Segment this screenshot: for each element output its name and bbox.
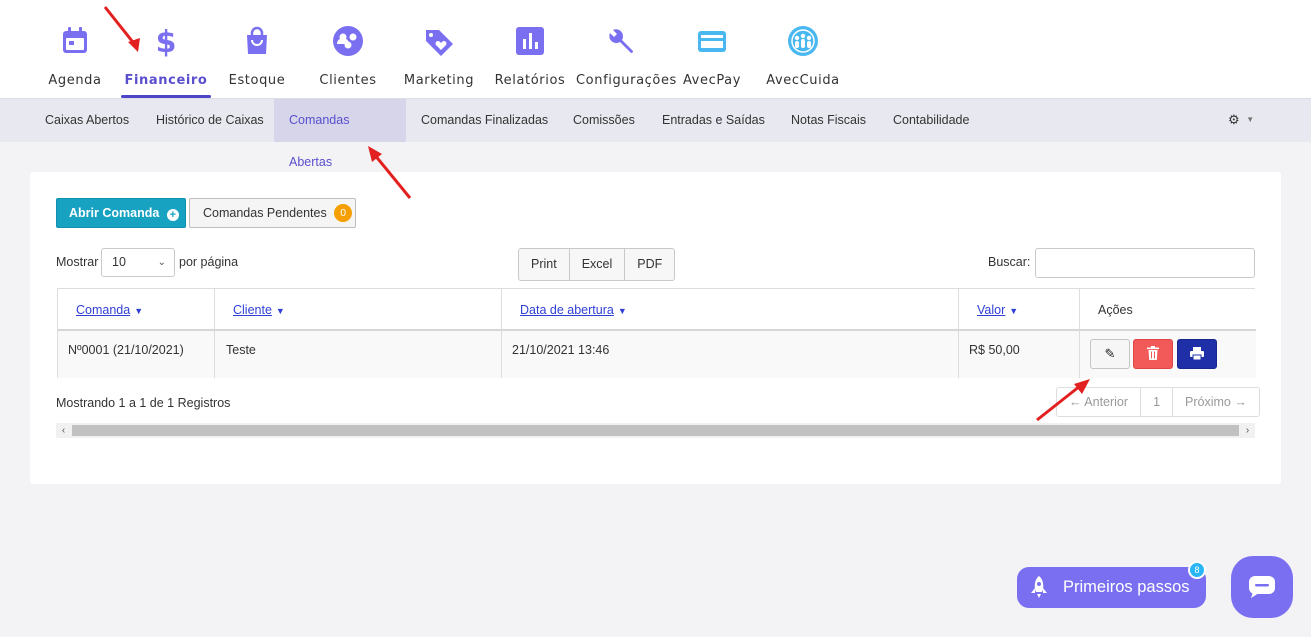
primeiros-passos-button[interactable]: Primeiros passos [1017, 567, 1206, 608]
records-info: Mostrando 1 a 1 de 1 Registros [56, 396, 231, 410]
dollar-icon: $ [156, 25, 177, 58]
per-page-label: por página [179, 255, 239, 269]
column-header-acoes: Ações [1080, 289, 1256, 331]
sort-link[interactable]: Cliente [233, 303, 272, 317]
sort-down-icon: ▼ [275, 306, 285, 316]
sub-navigation: Caixas Abertos Histórico de Caixas Coman… [0, 98, 1311, 169]
subnav-notas-fiscais[interactable]: Notas Fiscais [776, 99, 881, 142]
nav-item-relatorios[interactable]: Relatórios [485, 24, 575, 88]
nav-label: Configurações [576, 73, 677, 88]
horizontal-scrollbar[interactable]: ‹ › [56, 423, 1255, 438]
cell-valor: R$ 50,00 [959, 331, 1080, 378]
scrollbar-thumb[interactable] [72, 425, 1239, 436]
next-page-button[interactable]: Próximo → [1173, 388, 1259, 416]
subnav-comissoes[interactable]: Comissões [558, 99, 650, 142]
printer-icon [1190, 347, 1204, 361]
subnav-contabilidade[interactable]: Contabilidade [878, 99, 984, 142]
nav-item-aveccuida[interactable]: AvecCuida [758, 24, 848, 88]
nav-label: Estoque [228, 73, 286, 88]
svg-text:$: $ [156, 25, 177, 58]
nav-label: AvecPay [682, 73, 742, 88]
nav-label: Relatórios [494, 73, 566, 88]
print-button[interactable] [1177, 339, 1217, 369]
settings-dropdown[interactable]: ⚙ ▼ [1228, 112, 1254, 128]
nav-item-clientes[interactable]: Clientes [303, 24, 393, 88]
sort-down-icon: ▼ [617, 306, 627, 316]
sort-link[interactable]: Comanda [76, 303, 130, 317]
page-size-value: 10 [112, 255, 126, 269]
top-navigation: Agenda $ Financeiro Estoque Clientes Mar… [0, 0, 1311, 98]
trash-icon [1147, 346, 1159, 360]
sort-link[interactable]: Valor [977, 303, 1005, 317]
steps-count-badge: 8 [1188, 561, 1206, 579]
nav-label: Clientes [319, 73, 377, 88]
pencil-icon: ✎ [1104, 346, 1116, 361]
acoes-header-label: Ações [1098, 303, 1133, 317]
wrench-icon [609, 29, 633, 53]
sort-link[interactable]: Data de abertura [520, 303, 614, 317]
column-header-valor[interactable]: Valor ▼ [959, 289, 1080, 331]
delete-button[interactable] [1133, 339, 1173, 369]
comandas-pendentes-label: Comandas Pendentes [203, 206, 327, 220]
bar-chart-icon [516, 27, 544, 55]
nav-label: Marketing [403, 73, 475, 88]
sort-down-icon: ▼ [134, 306, 144, 316]
subnav-caixas-abertos[interactable]: Caixas Abertos [30, 99, 144, 142]
column-header-comanda[interactable]: Comanda ▼ [58, 289, 215, 331]
credit-card-icon [698, 31, 726, 52]
scroll-right-icon[interactable]: › [1240, 423, 1255, 438]
primeiros-passos-label: Primeiros passos [1063, 578, 1190, 596]
cell-cliente: Teste [215, 331, 502, 378]
previous-page-button[interactable]: ← Anterior [1057, 388, 1142, 416]
nav-label: Agenda [48, 73, 102, 88]
pendentes-count-badge: 0 [334, 204, 353, 222]
chevron-down-icon: ⌄ [157, 257, 166, 268]
nav-item-estoque[interactable]: Estoque [212, 24, 302, 88]
comandas-table: Comanda ▼ Cliente ▼ Data de abertura ▼ Valo… [57, 288, 1256, 378]
abrir-comanda-button[interactable]: Abrir Comanda + [56, 198, 186, 228]
nav-item-agenda[interactable]: Agenda [30, 24, 120, 88]
pdf-export-button[interactable]: PDF [625, 249, 674, 280]
search-input[interactable] [1035, 248, 1255, 278]
gear-icon: ⚙ [1228, 112, 1240, 127]
column-header-cliente[interactable]: Cliente ▼ [215, 289, 502, 331]
plus-circle-icon: + [166, 209, 179, 221]
calendar-icon [63, 27, 87, 53]
excel-export-button[interactable]: Excel [570, 249, 626, 280]
export-button-group: Print Excel PDF [518, 248, 676, 281]
nav-item-configuracoes[interactable]: Configurações [576, 24, 677, 88]
comandas-pendentes-button[interactable]: Comandas Pendentes 0 [189, 198, 356, 228]
subnav-historico-caixas[interactable]: Histórico de Caixas [141, 99, 279, 142]
abrir-comanda-label: Abrir Comanda [69, 206, 160, 220]
shopping-bag-icon [247, 26, 267, 54]
tag-heart-icon [426, 30, 453, 56]
users-icon [333, 26, 363, 56]
sort-down-icon: ▼ [1009, 306, 1019, 316]
subnav-comandas-finalizadas[interactable]: Comandas Finalizadas [406, 99, 563, 142]
page-size-select[interactable]: 10 ⌄ [101, 248, 175, 277]
nav-label: AvecCuida [766, 73, 840, 88]
column-header-data[interactable]: Data de abertura ▼ [502, 289, 959, 331]
nav-item-avecpay[interactable]: AvecPay [667, 24, 757, 88]
cell-comanda: Nº0001 (21/10/2021) [58, 331, 215, 378]
cell-data: 21/10/2021 13:46 [502, 331, 959, 378]
chat-icon [1249, 576, 1275, 598]
scroll-left-icon[interactable]: ‹ [56, 423, 71, 438]
search-label: Buscar: [988, 255, 1031, 269]
chat-button[interactable] [1231, 556, 1293, 618]
subnav-entradas-saidas[interactable]: Entradas e Saídas [647, 99, 780, 142]
subnav-comandas-abertas[interactable]: Comandas Abertas [274, 99, 406, 169]
edit-button[interactable]: ✎ [1090, 339, 1130, 369]
pagination: ← Anterior 1 Próximo → [1056, 387, 1260, 417]
rocket-icon [1031, 576, 1047, 598]
nav-item-marketing[interactable]: Marketing [394, 24, 484, 88]
chevron-down-icon: ▼ [1246, 115, 1255, 124]
print-export-button[interactable]: Print [519, 249, 570, 280]
nav-label: Financeiro [124, 73, 208, 88]
show-label: Mostrar [56, 255, 99, 269]
people-globe-icon [788, 26, 818, 56]
nav-item-financeiro[interactable]: $ Financeiro [121, 24, 211, 88]
page-number-button[interactable]: 1 [1141, 388, 1174, 416]
